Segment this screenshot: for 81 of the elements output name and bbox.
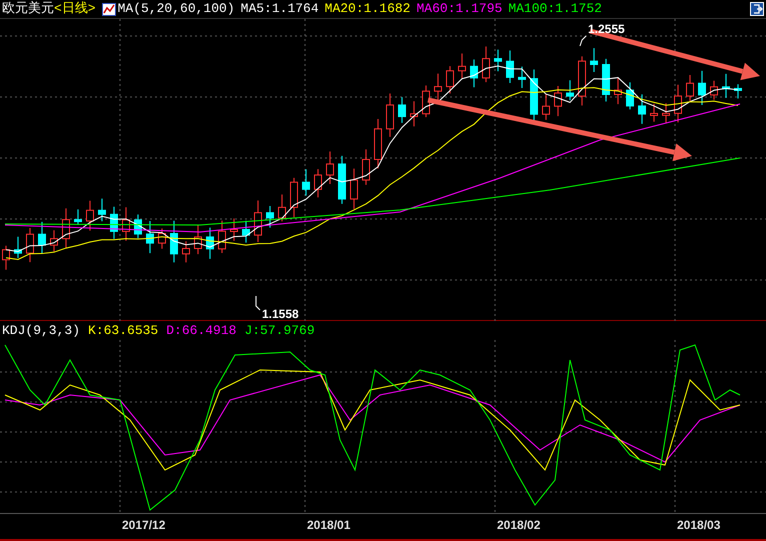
candlestick [698, 70, 706, 106]
axis-label: 2017/12 [122, 517, 166, 534]
price-label: 1.1558 [262, 306, 299, 323]
candlestick [86, 200, 94, 232]
candlestick [26, 227, 34, 263]
axis-label: 2018/02 [497, 517, 540, 534]
candlestick [470, 58, 478, 88]
ma-value: MA5:1.1764 [240, 0, 319, 18]
candlestick [590, 48, 598, 73]
candlestick [62, 208, 70, 249]
candlestick [338, 155, 346, 204]
ma-value: MA20:1.1682 [324, 0, 410, 18]
candlestick [578, 56, 586, 106]
period-label: <日线> [54, 0, 96, 18]
candlestick [374, 118, 382, 169]
leader-line [580, 36, 586, 46]
candlestick [122, 206, 130, 242]
candlestick [14, 236, 22, 259]
candlestick [638, 94, 646, 124]
candlestick [230, 218, 238, 242]
indicator-label: MA(5,20,60,100) [118, 0, 235, 18]
axis-label: 2018/03 [677, 517, 720, 534]
chart-icon[interactable] [102, 2, 116, 16]
candlestick [134, 214, 142, 239]
candlestick [626, 82, 634, 110]
candlestick [242, 220, 250, 244]
candlestick [170, 220, 178, 263]
candlestick [266, 206, 274, 228]
candlestick [662, 102, 670, 124]
ma-value: MA100:1.1752 [508, 0, 602, 18]
candlestick [482, 46, 490, 83]
candlestick [38, 221, 46, 254]
candlestick [566, 80, 574, 101]
candlestick [278, 194, 286, 222]
candlestick [302, 168, 310, 196]
candlestick [422, 84, 430, 118]
ma-value: MA60:1.1795 [416, 0, 502, 18]
candlestick [110, 206, 118, 240]
symbol-title: 欧元美元 [2, 0, 54, 18]
candlestick [446, 66, 454, 94]
candlestick [614, 77, 622, 105]
leader-line [256, 296, 260, 310]
candlestick [182, 240, 190, 263]
candlestick [506, 50, 514, 84]
candlestick [494, 49, 502, 72]
kdj-value: J:57.9769 [244, 322, 315, 340]
candlestick [386, 92, 394, 138]
candlestick [650, 103, 658, 122]
candlestick [410, 100, 418, 127]
candlestick [734, 84, 742, 100]
candlestick [674, 84, 682, 123]
candlestick [74, 208, 82, 226]
candlestick [686, 74, 694, 102]
candlestick [458, 53, 466, 79]
kdj-value: K:63.6535 [88, 322, 158, 340]
candlestick [158, 228, 166, 250]
candlestick [518, 66, 526, 88]
kdj-value: D:66.4918 [166, 322, 236, 340]
candlestick [146, 220, 154, 254]
indicator-label: KDJ(9,3,3) [2, 322, 80, 340]
candlestick [98, 198, 106, 222]
candlestick [206, 227, 214, 260]
candlestick [362, 148, 370, 186]
candlestick [50, 230, 58, 252]
candlestick [554, 86, 562, 117]
candlestick [314, 168, 322, 198]
candlestick [434, 73, 442, 102]
candlestick [542, 94, 550, 120]
exit-icon[interactable] [750, 2, 764, 16]
candlestick [218, 220, 226, 254]
axis-label: 2018/01 [307, 517, 350, 534]
candlestick [254, 200, 262, 243]
candlestick [722, 73, 730, 98]
candlestick [710, 80, 718, 100]
price-label: 1.2555 [588, 21, 625, 38]
candlestick [602, 58, 610, 102]
candlestick [398, 96, 406, 124]
candlestick [326, 151, 334, 184]
candlestick [194, 224, 202, 255]
candlestick [290, 177, 298, 218]
candlestick [350, 168, 358, 210]
